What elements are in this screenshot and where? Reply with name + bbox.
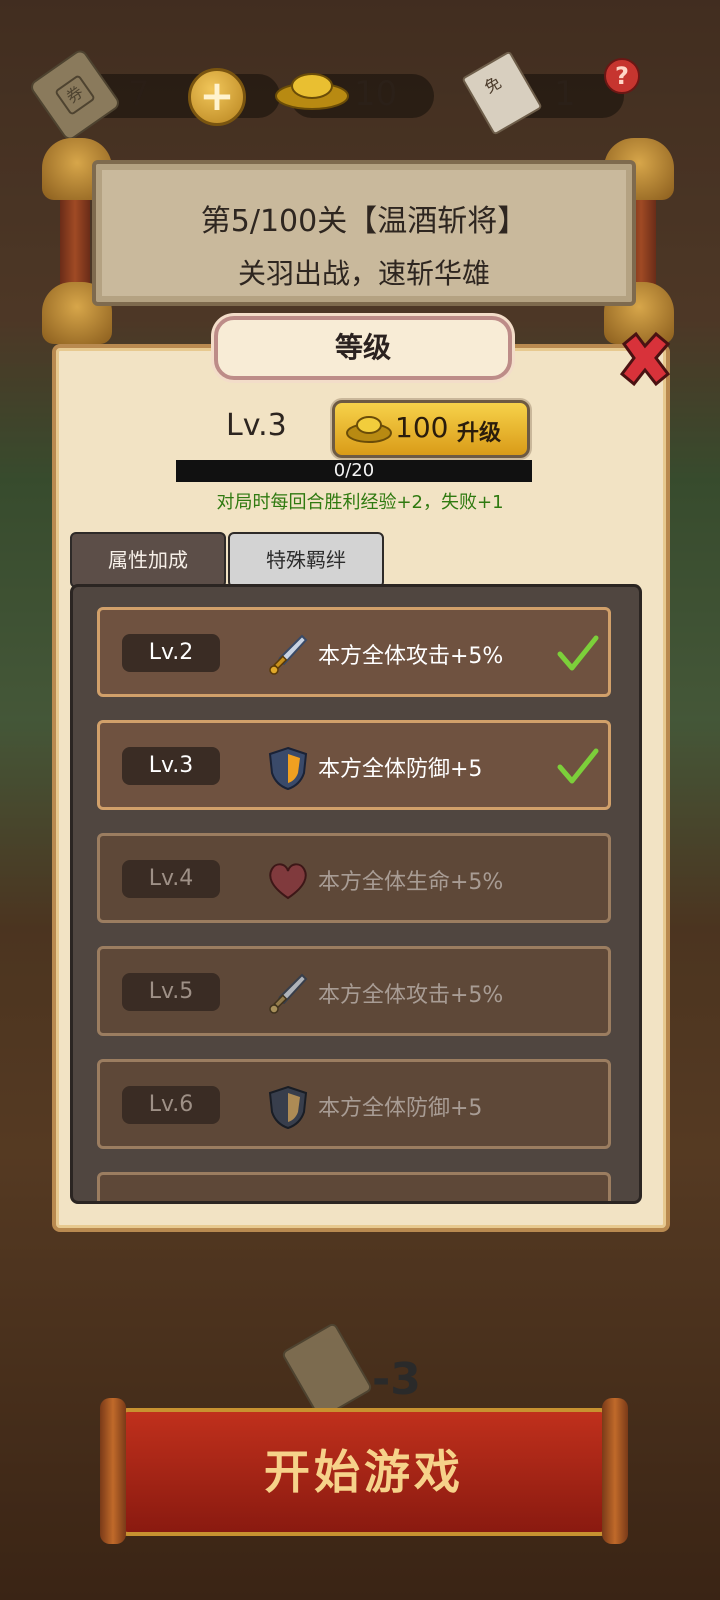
- upgrade-label: 升级: [457, 421, 502, 446]
- stage-subtitle: 关羽出战，速斩华雄: [237, 257, 490, 290]
- start-game-button[interactable]: 开始游戏: [100, 1398, 628, 1544]
- reward-text: 本方全体攻击+5%: [318, 644, 504, 669]
- reward-text: 本方全体攻击+5%: [318, 983, 504, 1008]
- exempt-count: 1: [554, 74, 576, 114]
- panel-header: 等级: [214, 316, 512, 380]
- ticket-icon: 券: [27, 47, 123, 143]
- upgrade-cost: 100: [395, 411, 449, 444]
- shield-icon: [266, 1084, 310, 1130]
- gold-count: 10: [354, 74, 398, 114]
- current-level: Lv.3: [226, 408, 287, 443]
- gold-ingot-icon: [346, 416, 392, 443]
- reward-row: Lv.5 本方全体攻击+5%: [97, 946, 611, 1036]
- reward-text: 本方全体防御+5: [318, 757, 483, 782]
- reward-row: [97, 1172, 611, 1201]
- reward-level-badge: Lv.4: [122, 860, 220, 898]
- help-button[interactable]: ?: [604, 58, 640, 94]
- stage-sign: 第5/100关【温酒斩将】 关羽出战，速斩华雄: [92, 160, 636, 306]
- reward-level-badge: Lv.5: [122, 973, 220, 1011]
- play-cost: -3: [372, 1354, 421, 1405]
- reward-row: Lv.4 本方全体生命+5%: [97, 833, 611, 923]
- xp-note: 对局时每回合胜利经验+2，失败+1: [216, 492, 504, 513]
- reward-level-badge: Lv.2: [122, 634, 220, 672]
- reward-row: Lv.6 本方全体防御+5: [97, 1059, 611, 1149]
- ticket-count: 7: [128, 74, 150, 114]
- tab-special-bond[interactable]: 特殊羁绊: [228, 532, 384, 588]
- check-icon: [556, 745, 600, 789]
- exempt-card-icon: 免: [461, 50, 543, 136]
- reward-row: Lv.3 本方全体防御+5: [97, 720, 611, 810]
- scroll-rod-right: [602, 1398, 628, 1544]
- sword-icon: [266, 971, 310, 1017]
- close-icon[interactable]: [616, 330, 674, 388]
- reward-text: 本方全体防御+5: [318, 1096, 483, 1121]
- check-icon: [556, 632, 600, 676]
- reward-level-badge: Lv.3: [122, 747, 220, 785]
- gold-ingot-icon: [275, 73, 349, 110]
- reward-level-badge: Lv.6: [122, 1086, 220, 1124]
- shield-icon: [266, 745, 310, 791]
- sword-icon: [266, 632, 310, 678]
- add-ticket-button[interactable]: +: [188, 68, 246, 126]
- reward-row: Lv.2 本方全体攻击+5%: [97, 607, 611, 697]
- xp-text: 0/20: [333, 460, 375, 481]
- heart-icon: [266, 858, 310, 904]
- reward-list[interactable]: Lv.2 本方全体攻击+5% Lv.3 本方全体防御+5 Lv.4 本方全体生命+5% Lv…: [70, 584, 642, 1204]
- tab-attribute-bonus[interactable]: 属性加成: [70, 532, 226, 588]
- xp-progress-bar: 0/20: [176, 460, 532, 482]
- reward-text: 本方全体生命+5%: [318, 870, 504, 895]
- upgrade-button[interactable]: 100 升级: [332, 400, 530, 458]
- resource-bar: 券 7 + 10 免 1 ?: [0, 47, 720, 143]
- stage-title: 第5/100关【温酒斩将】: [200, 204, 528, 239]
- scroll-rod-left: [100, 1398, 126, 1544]
